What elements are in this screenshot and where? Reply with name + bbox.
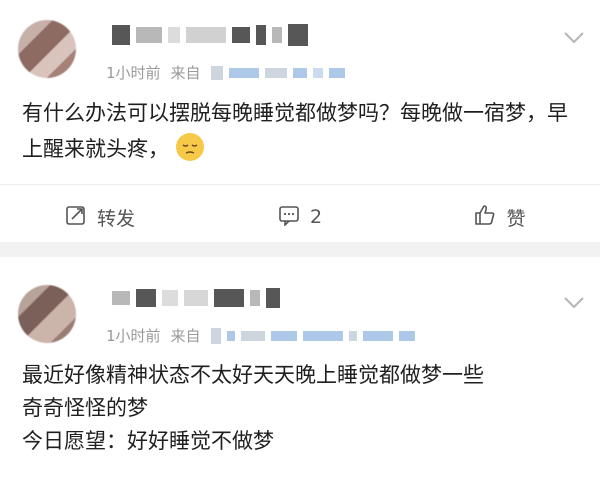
comment-button[interactable]: 2 xyxy=(200,192,400,242)
post-source-prefix: 来自 xyxy=(170,64,201,82)
post-source-prefix: 来自 xyxy=(170,327,201,345)
chevron-down-icon[interactable] xyxy=(564,28,584,44)
pensive-emoji-icon xyxy=(175,133,204,161)
username-blurred[interactable] xyxy=(112,288,280,308)
post-meta: 1小时前 来自 xyxy=(106,325,415,346)
username-blurred[interactable] xyxy=(112,24,308,46)
chevron-down-icon[interactable] xyxy=(564,293,584,309)
repost-label: 转发 xyxy=(96,207,135,230)
comment-icon xyxy=(278,204,300,231)
post-card-1: 1小时前 来自 有什么办法可以摆脱每晚睡觉都做梦吗？每晚做一宿梦，早上醒来就头疼… xyxy=(0,0,600,242)
post-content: 有什么办法可以摆脱每晚睡觉都做梦吗？每晚做一宿梦，早上醒来就头疼， xyxy=(22,95,578,167)
share-icon xyxy=(65,204,87,231)
post-text-line-2: 奇奇怪怪的梦 xyxy=(22,396,148,420)
post-time: 1小时前 xyxy=(106,327,161,345)
like-label: 赞 xyxy=(506,207,526,230)
post-source-blurred[interactable] xyxy=(210,327,415,344)
like-button[interactable]: 赞 xyxy=(400,192,600,242)
post-source-blurred[interactable] xyxy=(210,65,345,80)
avatar[interactable] xyxy=(18,20,76,78)
repost-button[interactable]: 转发 xyxy=(0,192,200,242)
thumbs-up-icon xyxy=(474,204,496,231)
post-meta: 1小时前 来自 xyxy=(106,62,345,83)
comment-count: 2 xyxy=(309,206,323,228)
post-text-line-3: 今日愿望：好好睡觉不做梦 xyxy=(22,429,274,453)
post-separator xyxy=(0,242,600,257)
avatar[interactable] xyxy=(18,285,76,343)
post-content: 最近好像精神状态不太好天天晚上睡觉都做梦一些 奇奇怪怪的梦 今日愿望：好好睡觉不… xyxy=(22,359,578,458)
post-time: 1小时前 xyxy=(106,64,161,82)
post-text-line-1: 最近好像精神状态不太好天天晚上睡觉都做梦一些 xyxy=(22,363,484,387)
divider xyxy=(0,184,600,185)
post-actions: 转发 2 赞 xyxy=(0,192,600,242)
post-card-2: 1小时前 来自 最近好像精神状态不太好天天晚上睡觉都做梦一些 奇奇怪怪的梦 今日… xyxy=(0,257,600,481)
post-text: 有什么办法可以摆脱每晚睡觉都做梦吗？每晚做一宿梦，早上醒来就头疼， xyxy=(22,101,568,161)
